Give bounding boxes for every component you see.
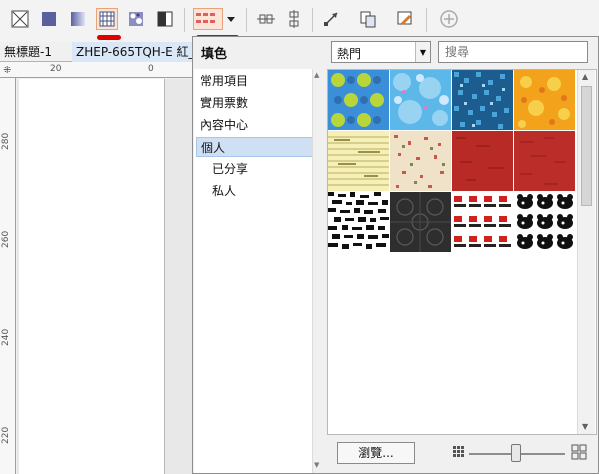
fountain-fill-icon[interactable]: [67, 8, 89, 30]
nav-item-private[interactable]: 私人: [196, 181, 314, 201]
pattern-fill-icon[interactable]: [96, 8, 118, 30]
ruler-label: 220: [1, 426, 11, 444]
add-icon[interactable]: [438, 8, 460, 30]
tile-red-texture-pattern[interactable]: [452, 131, 513, 191]
scroll-up-icon[interactable]: ▲: [582, 72, 588, 81]
scroll-down-icon[interactable]: ▼: [314, 461, 319, 469]
browse-button[interactable]: 瀏覽...: [337, 442, 415, 464]
no-fill-icon[interactable]: [9, 8, 31, 30]
panel-title: 填色: [201, 47, 228, 62]
ruler-label: 240: [1, 328, 11, 346]
transform-icon[interactable]: [320, 8, 342, 30]
toolbar-separator: [246, 8, 247, 32]
ruler-label: 280: [1, 132, 11, 150]
coreldraw-window: 無標題-1 ZHEP-665TQH-E 紅_2 20 0 ⁜ 280 260 2…: [0, 0, 599, 474]
nav-item-shared[interactable]: 已分享: [196, 159, 314, 179]
uniform-fill-icon[interactable]: [38, 8, 60, 30]
tile-beige-mosaic-pattern[interactable]: [390, 131, 451, 191]
nav-item-content-center[interactable]: 內容中心: [196, 115, 314, 135]
scroll-up-icon[interactable]: ▲: [314, 71, 319, 79]
scroll-down-icon[interactable]: ▼: [582, 422, 588, 431]
small-thumbnail-icon[interactable]: [452, 445, 466, 462]
tab-document-1[interactable]: 無標題-1: [0, 42, 68, 62]
tile-red-label-pattern[interactable]: [452, 192, 513, 252]
drawing-canvas[interactable]: [17, 79, 192, 474]
filter-dropdown[interactable]: 熱門 ▼: [331, 41, 431, 63]
tile-orange-floral-pattern[interactable]: [514, 70, 575, 130]
tile-blue-dot-pattern[interactable]: [328, 70, 389, 130]
toolbar-separator: [312, 8, 313, 32]
toolbar-separator: [426, 8, 427, 32]
tile-blue-bubble-pattern[interactable]: [390, 70, 451, 130]
horizontal-ruler[interactable]: 20 0: [0, 62, 192, 78]
drawing-page[interactable]: [19, 79, 165, 474]
tile-black-mouse-pattern[interactable]: [514, 192, 575, 252]
tile-yellow-lined-pattern[interactable]: [328, 131, 389, 191]
chevron-down-icon[interactable]: [224, 8, 238, 30]
vertical-ruler[interactable]: 280 260 240 220: [0, 78, 16, 474]
tile-red-texture-pattern-2[interactable]: [514, 131, 575, 191]
fill-thumbnail-grid: ▲ ▼: [327, 69, 597, 435]
align-icon[interactable]: [255, 8, 277, 30]
nav-item-favorites[interactable]: 常用項目: [196, 71, 314, 91]
copy-fill-icon[interactable]: [357, 8, 379, 30]
document-tabs: 無標題-1 ZHEP-665TQH-E 紅_2: [0, 42, 192, 62]
ruler-label: 0: [148, 64, 154, 74]
nav-item-personal[interactable]: 個人: [196, 137, 314, 157]
tile-dark-ornament-pattern[interactable]: [390, 192, 451, 252]
tile-bw-noise-pattern[interactable]: [328, 192, 389, 252]
ruler-origin-icon[interactable]: ⁜: [3, 65, 11, 76]
edit-fill-icon[interactable]: [394, 8, 416, 30]
fill-picker-panel: 填色 熱門 ▼ 常用項目 實用票數 內容中心 個人 已分享 私人 ▲ ▼: [192, 36, 599, 474]
texture-fill-icon[interactable]: [125, 8, 147, 30]
slider-thumb[interactable]: [511, 444, 521, 462]
search-input[interactable]: [439, 42, 587, 62]
grid-scrollbar[interactable]: ▲ ▼: [577, 70, 595, 434]
scrollbar-thumb[interactable]: [581, 86, 592, 206]
filter-value: 熱門: [337, 47, 362, 61]
ruler-label: 20: [50, 64, 62, 74]
category-nav: 常用項目 實用票數 內容中心 個人 已分享 私人 ▲ ▼: [194, 69, 322, 473]
postscript-fill-icon[interactable]: [154, 8, 176, 30]
toolbar-separator: [184, 8, 185, 32]
distribute-icon[interactable]: [283, 8, 305, 30]
tab-document-2[interactable]: ZHEP-665TQH-E 紅_2: [72, 42, 192, 62]
search-field[interactable]: [438, 41, 588, 63]
nav-item-practical[interactable]: 實用票數: [196, 93, 314, 113]
ruler-label: 260: [1, 230, 11, 248]
tile-blue-mosaic-pattern[interactable]: [452, 70, 513, 130]
highlight-mark: [97, 35, 121, 40]
fill-preset-icon[interactable]: [193, 8, 223, 30]
nav-scrollbar[interactable]: ▲ ▼: [312, 69, 322, 473]
large-thumbnail-icon[interactable]: [571, 444, 587, 463]
chevron-down-icon[interactable]: ▼: [415, 42, 430, 62]
